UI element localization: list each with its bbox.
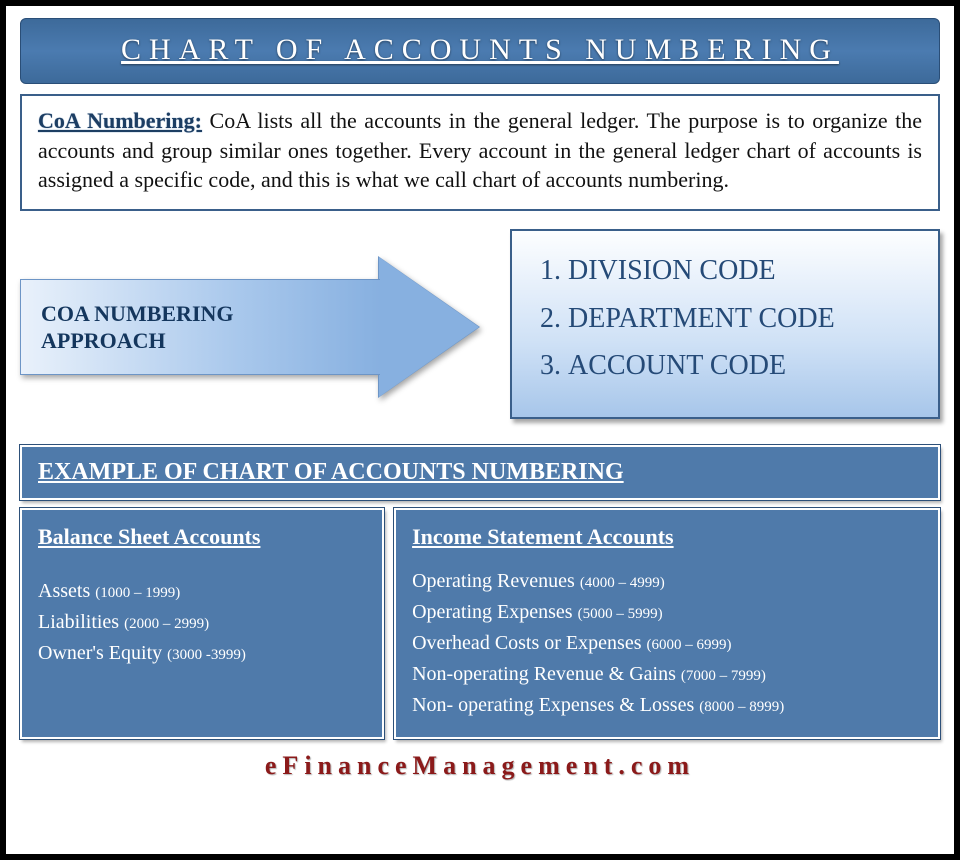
- item-range: (8000 – 8999): [699, 699, 784, 715]
- list-item: Assets (1000 – 1999): [38, 576, 366, 607]
- codes-item: DIVISION CODE: [540, 247, 924, 295]
- brand-text: eFinanceManagement.com: [265, 751, 695, 780]
- codes-item: ACCOUNT CODE: [540, 342, 924, 390]
- item-range: (4000 – 4999): [580, 575, 665, 591]
- list-item: Owner's Equity (3000 -3999): [38, 638, 366, 669]
- item-range: (5000 – 5999): [578, 606, 663, 622]
- item-range: (6000 – 6999): [646, 637, 731, 653]
- item-range: (7000 – 7999): [681, 668, 766, 684]
- brand-footer: eFinanceManagement.com: [6, 751, 954, 781]
- item-label: Owner's Equity: [38, 642, 162, 664]
- arrow-label: COA NUMBERING APPROACH: [41, 300, 301, 355]
- item-label: Assets: [38, 580, 90, 602]
- codes-box: DIVISION CODE DEPARTMENT CODE ACCOUNT CO…: [510, 229, 940, 419]
- codes-list: DIVISION CODE DEPARTMENT CODE ACCOUNT CO…: [540, 247, 924, 390]
- item-range: (3000 -3999): [167, 647, 246, 663]
- list-item: Non-operating Revenue & Gains (7000 – 79…: [412, 659, 922, 690]
- list-item: Operating Revenues (4000 – 4999): [412, 566, 922, 597]
- item-range: (1000 – 1999): [95, 585, 180, 601]
- arrow-shape: COA NUMBERING APPROACH: [20, 257, 480, 397]
- approach-row: COA NUMBERING APPROACH DIVISION CODE DEP…: [20, 229, 940, 429]
- item-label: Operating Expenses: [412, 601, 573, 623]
- spacer: [38, 566, 366, 576]
- example-header-text: EXAMPLE OF CHART OF ACCOUNTS NUMBERING: [38, 459, 624, 485]
- item-range: (2000 – 2999): [124, 616, 209, 632]
- codes-item: DEPARTMENT CODE: [540, 295, 924, 343]
- page-title: CHART OF ACCOUNTS NUMBERING: [121, 33, 839, 66]
- list-item: Liabilities (2000 – 2999): [38, 607, 366, 638]
- item-label: Liabilities: [38, 611, 119, 633]
- list-item: Non- operating Expenses & Losses (8000 –…: [412, 690, 922, 721]
- diagram-canvas: CHART OF ACCOUNTS NUMBERING CoA Numberin…: [0, 0, 960, 860]
- example-columns: Balance Sheet Accounts Assets (1000 – 19…: [20, 508, 940, 739]
- intro-box: CoA Numbering: CoA lists all the account…: [20, 94, 940, 211]
- intro-lead: CoA Numbering:: [38, 108, 202, 133]
- item-label: Non-operating Revenue & Gains: [412, 663, 676, 685]
- example-header: EXAMPLE OF CHART OF ACCOUNTS NUMBERING: [20, 445, 940, 500]
- arrow-head-icon: [379, 257, 479, 397]
- income-statement-box: Income Statement Accounts Operating Reve…: [394, 508, 940, 739]
- item-label: Overhead Costs or Expenses: [412, 632, 641, 654]
- list-item: Overhead Costs or Expenses (6000 – 6999): [412, 628, 922, 659]
- title-bar: CHART OF ACCOUNTS NUMBERING: [20, 18, 940, 84]
- item-label: Non- operating Expenses & Losses: [412, 694, 694, 716]
- arrow-body: COA NUMBERING APPROACH: [20, 279, 380, 375]
- income-title: Income Statement Accounts: [412, 524, 922, 550]
- list-item: Operating Expenses (5000 – 5999): [412, 597, 922, 628]
- balance-sheet-box: Balance Sheet Accounts Assets (1000 – 19…: [20, 508, 384, 739]
- item-label: Operating Revenues: [412, 570, 575, 592]
- balance-title: Balance Sheet Accounts: [38, 524, 366, 550]
